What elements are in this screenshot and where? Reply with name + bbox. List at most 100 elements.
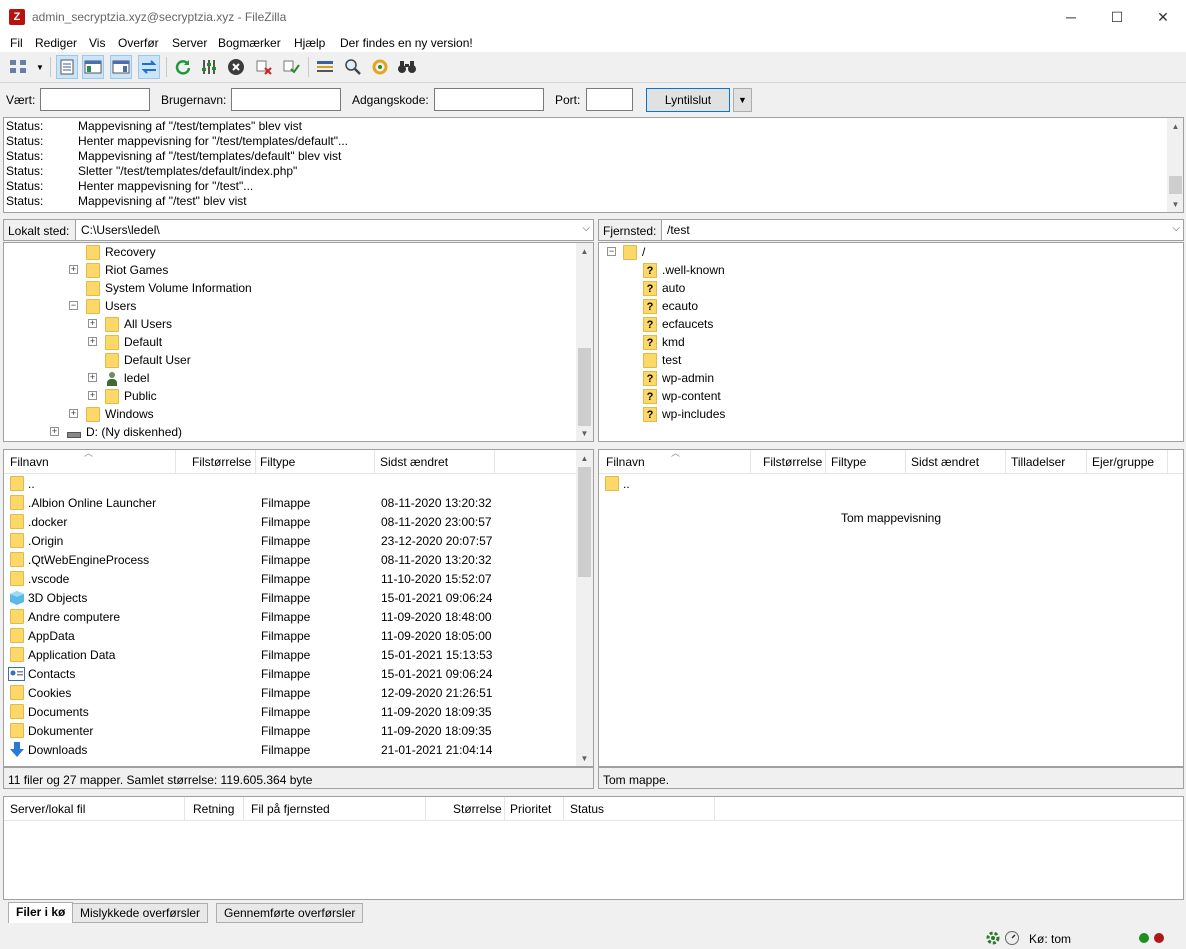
tree-item[interactable]: ? .well-known (643, 261, 725, 279)
expand-icon[interactable]: + (69, 409, 78, 418)
menu-edit[interactable]: Rediger (35, 36, 77, 50)
menu-server[interactable]: Server (172, 36, 207, 50)
column-owner-group[interactable]: Ejer/gruppe (1092, 455, 1154, 469)
list-item[interactable]: 3D Objects Filmappe 15-01-2021 09:06:24 (4, 589, 576, 608)
tree-item[interactable]: ? wp-admin (643, 369, 714, 387)
list-item[interactable]: AppData Filmappe 11-09-2020 18:05:00 (4, 627, 576, 646)
expand-icon[interactable]: + (69, 265, 78, 274)
port-input[interactable] (586, 88, 633, 111)
toggle-local-tree-button[interactable] (82, 55, 104, 79)
search-files-button[interactable] (342, 55, 364, 79)
disconnect-button[interactable] (253, 55, 275, 79)
list-item[interactable]: .Origin Filmappe 23-12-2020 20:07:57 (4, 532, 576, 551)
collapse-icon[interactable]: − (69, 301, 78, 310)
quickconnect-button[interactable]: Lyntilslut (646, 88, 730, 112)
log-scrollbar[interactable]: ▲ ▼ (1167, 118, 1183, 212)
expand-icon[interactable]: + (88, 337, 97, 346)
find-remote-button[interactable] (396, 55, 418, 79)
tree-item-root[interactable]: / (623, 243, 645, 261)
list-item[interactable]: .QtWebEngineProcess Filmappe 08-11-2020 13… (4, 551, 576, 570)
expand-icon[interactable]: + (50, 427, 59, 436)
reconnect-button[interactable] (280, 55, 302, 79)
site-manager-button[interactable] (6, 55, 34, 79)
refresh-button[interactable] (172, 55, 194, 79)
menu-transfer[interactable]: Overfør (118, 36, 159, 50)
column-filename[interactable]: Filnavn (10, 455, 49, 469)
remote-path-input[interactable]: /test (661, 220, 1183, 240)
tab-successful-transfers[interactable]: Gennemførte overførsler (216, 903, 364, 923)
column-filesize[interactable]: Filstørrelse (192, 455, 251, 469)
sync-browsing-button[interactable] (369, 55, 391, 79)
scroll-up-icon[interactable]: ▲ (1167, 118, 1183, 134)
list-item[interactable]: .vscode Filmappe 11-10-2020 15:52:07 (4, 570, 576, 589)
column-server-local-file[interactable]: Server/lokal fil (10, 802, 85, 816)
menu-bookmarks[interactable]: Bogmærker (218, 36, 281, 50)
menu-file[interactable]: Fil (10, 36, 23, 50)
menu-help[interactable]: Hjælp (294, 36, 325, 50)
username-input[interactable] (231, 88, 341, 111)
tree-item-selected[interactable]: ledel (105, 369, 149, 387)
column-remote-file[interactable]: Fil på fjernsted (251, 802, 330, 816)
local-list-scrollbar[interactable]: ▲ ▼ (576, 450, 593, 766)
tree-item[interactable]: D: (Ny diskenhed) (67, 423, 182, 441)
scroll-down-icon[interactable]: ▼ (1167, 196, 1183, 212)
tab-queued-files[interactable]: Filer i kø (8, 902, 74, 923)
scroll-up-icon[interactable]: ▲ (576, 450, 593, 466)
menu-new-version[interactable]: Der findes en ny version! (340, 36, 473, 50)
tree-item[interactable]: ? ecauto (643, 297, 698, 315)
settings-gear-icon[interactable] (985, 930, 1001, 946)
column-status[interactable]: Status (570, 802, 604, 816)
quickconnect-dropdown-icon[interactable]: ▼ (733, 88, 752, 112)
column-filename[interactable]: Filnavn (606, 455, 645, 469)
local-path-input[interactable]: C:\Users\ledel\ (75, 220, 593, 240)
tree-item-current[interactable]: test (643, 351, 681, 369)
host-input[interactable] (40, 88, 150, 111)
scroll-thumb[interactable] (1169, 176, 1182, 194)
column-priority[interactable]: Prioritet (510, 802, 551, 816)
local-tree-scrollbar[interactable]: ▲ ▼ (576, 243, 593, 441)
list-item[interactable]: Cookies Filmappe 12-09-2020 21:26:51 (4, 684, 576, 703)
tree-item[interactable]: ? wp-content (643, 387, 721, 405)
tree-item[interactable]: Public (105, 387, 157, 405)
column-permissions[interactable]: Tilladelser (1011, 455, 1065, 469)
password-input[interactable] (434, 88, 544, 111)
directory-comparison-button[interactable] (314, 55, 336, 79)
list-item[interactable]: .Albion Online Launcher Filmappe 08-11-202… (4, 494, 576, 513)
tree-item[interactable]: Users (86, 297, 136, 315)
scroll-down-icon[interactable]: ▼ (576, 750, 593, 766)
scroll-up-icon[interactable]: ▲ (576, 243, 593, 259)
column-last-modified[interactable]: Sidst ændret (380, 455, 448, 469)
tree-item[interactable]: Windows (86, 405, 154, 423)
tab-failed-transfers[interactable]: Mislykkede overførsler (72, 903, 209, 923)
scroll-down-icon[interactable]: ▼ (576, 425, 593, 441)
tree-item[interactable]: ? kmd (643, 333, 685, 351)
tree-item[interactable]: ? auto (643, 279, 685, 297)
column-direction[interactable]: Retning (193, 802, 234, 816)
list-item[interactable]: Downloads Filmappe 21-01-2021 21:04:14 (4, 741, 576, 760)
site-manager-dropdown-icon[interactable]: ▼ (34, 55, 46, 79)
column-last-modified[interactable]: Sidst ændret (911, 455, 979, 469)
maximize-button[interactable]: ☐ (1094, 0, 1140, 34)
list-item[interactable]: .. (599, 475, 1183, 494)
toggle-remote-tree-button[interactable] (110, 55, 132, 79)
expand-icon[interactable]: + (88, 373, 97, 382)
tree-item[interactable]: Recovery (86, 243, 156, 261)
list-item[interactable]: Andre computere Filmappe 11-09-2020 18:48:… (4, 608, 576, 627)
chevron-down-icon[interactable]: ⌵ (582, 223, 590, 234)
expand-icon[interactable]: + (88, 391, 97, 400)
menu-view[interactable]: Vis (89, 36, 105, 50)
list-item[interactable]: Application Data Filmappe 15-01-2021 15:13… (4, 646, 576, 665)
tree-item[interactable]: ? wp-includes (643, 405, 725, 423)
expand-icon[interactable]: + (88, 319, 97, 328)
list-item[interactable]: Contacts Filmappe 15-01-2021 09:06:24 (4, 665, 576, 684)
scroll-thumb[interactable] (578, 348, 591, 426)
tree-item[interactable]: Default User (105, 351, 191, 369)
tree-item[interactable]: ? ecfaucets (643, 315, 713, 333)
minimize-button[interactable]: ─ (1048, 0, 1094, 34)
tree-item[interactable]: Default (105, 333, 162, 351)
column-filetype[interactable]: Filtype (831, 455, 866, 469)
collapse-icon[interactable]: − (607, 247, 616, 256)
column-filetype[interactable]: Filtype (260, 455, 295, 469)
tree-item[interactable]: Riot Games (86, 261, 168, 279)
list-item[interactable]: .. (4, 475, 576, 494)
